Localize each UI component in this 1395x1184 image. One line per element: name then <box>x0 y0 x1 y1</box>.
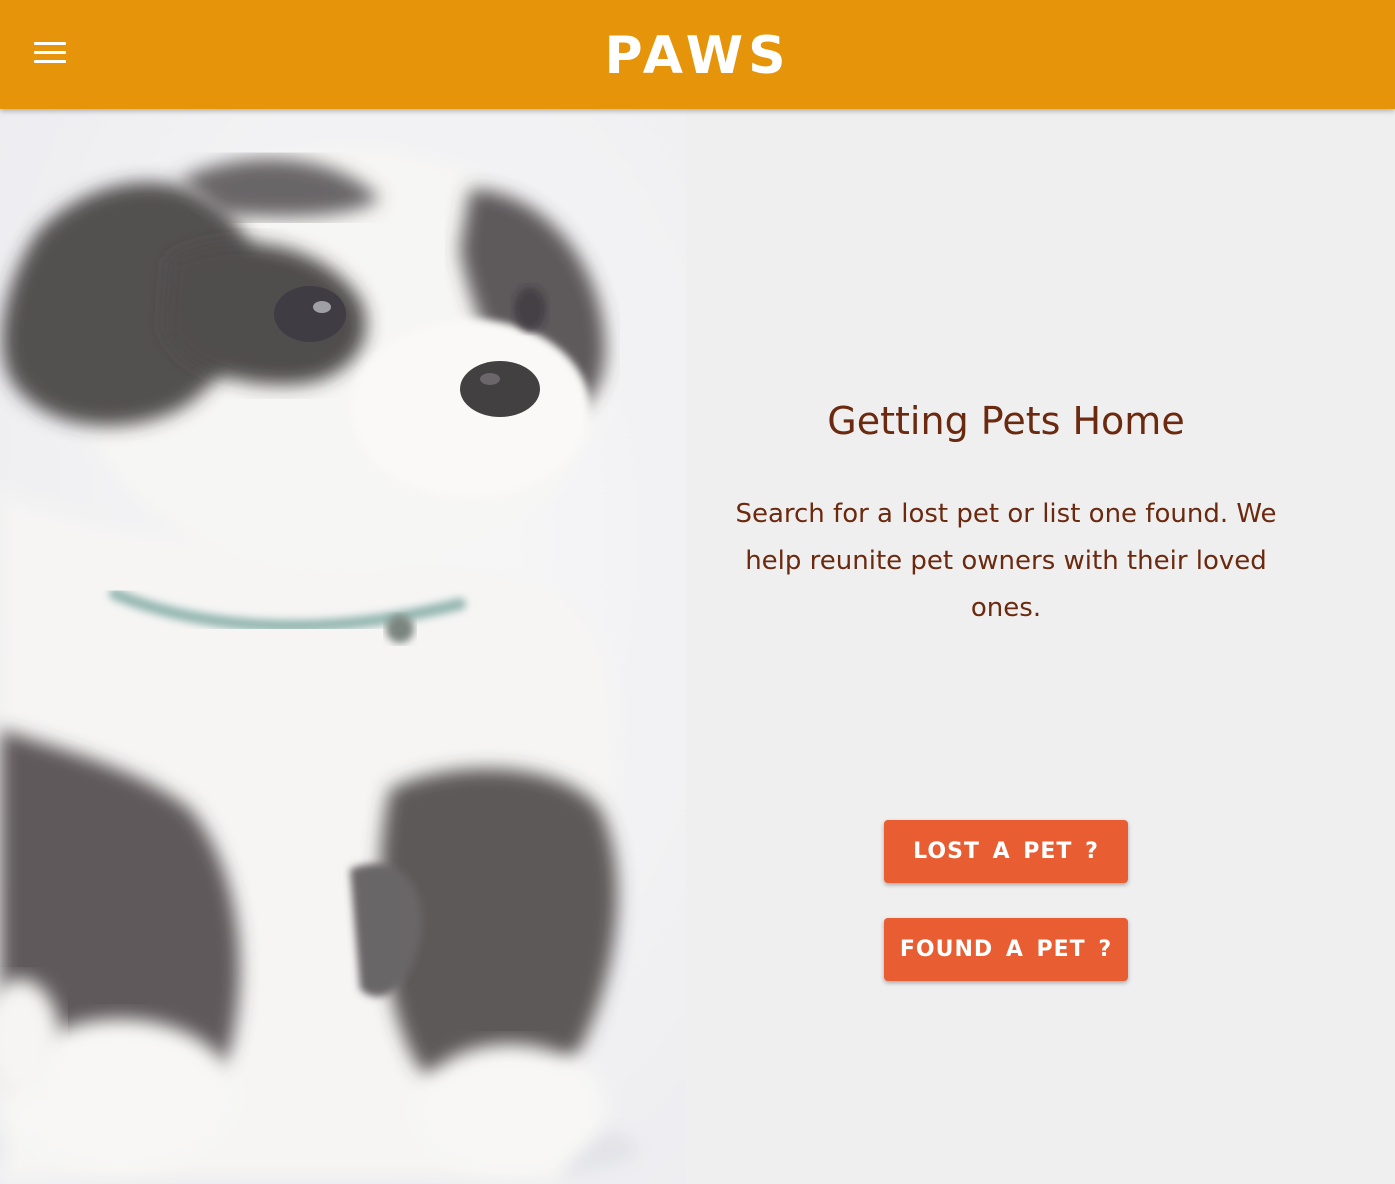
top-app-bar: PAWS <box>0 0 1395 109</box>
found-a-pet-button[interactable]: FOUND A PET ? <box>884 918 1128 981</box>
hamburger-menu-icon[interactable] <box>30 38 70 68</box>
hero-headline: Getting Pets Home <box>827 399 1185 443</box>
brand-logo: PAWS <box>604 26 791 86</box>
hero-content: Getting Pets Home Search for a lost pet … <box>686 109 1395 1184</box>
puppy-photo <box>0 109 686 1184</box>
lost-a-pet-button[interactable]: LOST A PET ? <box>884 820 1128 883</box>
hero-tagline: Search for a lost pet or list one found.… <box>735 499 1277 623</box>
